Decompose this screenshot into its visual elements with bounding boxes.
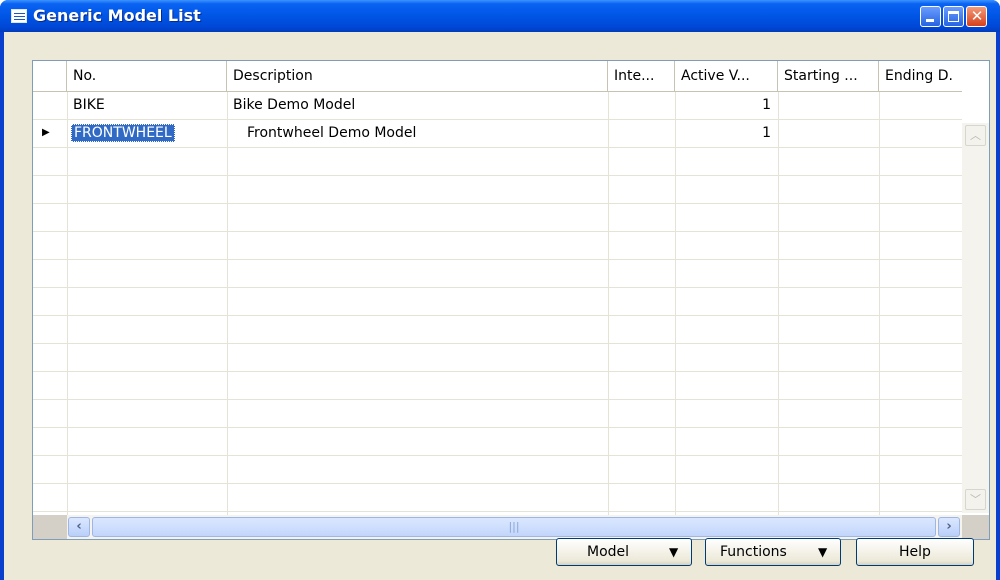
column-divider	[67, 91, 68, 515]
scroll-left-icon[interactable]: ‹	[68, 517, 90, 537]
scroll-right-icon[interactable]: ›	[938, 517, 960, 537]
row-divider	[33, 511, 962, 512]
column-divider	[227, 91, 228, 515]
scroll-down-icon[interactable]: ﹀	[965, 489, 986, 510]
row-2-no[interactable]: FRONTWHEEL	[71, 119, 175, 147]
triangle-down-icon: ▼	[818, 545, 828, 559]
table-header: No. Description Inte... Active V... Star…	[33, 61, 989, 91]
row-divider	[33, 287, 962, 288]
scrollbar-corner	[33, 515, 67, 539]
horizontal-scrollbar[interactable]: ‹ ||| ›	[67, 515, 962, 539]
row-divider	[33, 315, 962, 316]
minimize-button[interactable]	[920, 6, 941, 27]
close-icon: ✕	[970, 7, 984, 25]
column-header-description[interactable]: Description	[227, 61, 608, 91]
table-icon	[11, 9, 27, 23]
row-divider	[33, 175, 962, 176]
column-header-starting-date[interactable]: Starting ...	[778, 61, 879, 91]
row-divider	[33, 455, 962, 456]
title-bar[interactable]: Generic Model List ✕	[0, 0, 1000, 32]
vertical-scrollbar[interactable]: ︿ ﹀	[962, 123, 989, 513]
row-divider	[33, 427, 962, 428]
row-divider	[33, 371, 962, 372]
minimize-icon	[926, 19, 934, 22]
row-2-description[interactable]: Frontwheel Demo Model	[247, 119, 416, 147]
scrollbar-corner	[962, 515, 989, 539]
functions-button[interactable]: Functions ▼	[705, 538, 841, 566]
column-header-active-version[interactable]: Active V...	[675, 61, 778, 91]
scroll-up-icon[interactable]: ︿	[965, 125, 986, 146]
window: Generic Model List ✕ No. Description Int…	[0, 0, 1000, 580]
row-divider	[33, 399, 962, 400]
row-selector-column[interactable]	[33, 91, 67, 515]
model-table[interactable]: No. Description Inte... Active V... Star…	[32, 60, 990, 540]
column-divider	[608, 91, 609, 515]
model-button-label: Model	[587, 544, 630, 560]
row-divider	[33, 343, 962, 344]
row-divider	[33, 91, 962, 92]
column-divider	[879, 91, 880, 515]
maximize-button[interactable]	[943, 6, 964, 27]
triangle-down-icon: ▼	[669, 545, 679, 559]
column-header-inte[interactable]: Inte...	[608, 61, 675, 91]
dialog-body: No. Description Inte... Active V... Star…	[4, 32, 996, 580]
column-header-no[interactable]: No.	[67, 61, 227, 91]
row-1-active-version[interactable]: 1	[675, 91, 771, 119]
row-divider	[33, 483, 962, 484]
row-divider	[33, 203, 962, 204]
column-header-ending-date[interactable]: Ending D.	[879, 61, 962, 91]
maximize-icon	[948, 11, 959, 22]
help-button[interactable]: Help	[856, 538, 974, 566]
row-divider	[33, 231, 962, 232]
row-1-no[interactable]: BIKE	[73, 91, 105, 119]
model-button[interactable]: Model ▼	[556, 538, 692, 566]
row-2-active-version[interactable]: 1	[675, 119, 771, 147]
select-all-header[interactable]	[33, 61, 67, 91]
row-divider	[33, 147, 962, 148]
functions-button-label: Functions	[720, 544, 787, 560]
row-2-no-text: FRONTWHEEL	[71, 124, 175, 142]
row-divider	[33, 259, 962, 260]
triangle-right-icon: ▶	[42, 127, 50, 138]
scroll-thumb[interactable]: |||	[92, 517, 936, 537]
help-button-label: Help	[899, 544, 931, 560]
column-divider	[675, 91, 676, 515]
row-1-description[interactable]: Bike Demo Model	[233, 91, 355, 119]
window-title: Generic Model List	[33, 6, 201, 25]
close-button[interactable]: ✕	[966, 6, 987, 27]
column-divider	[778, 91, 779, 515]
